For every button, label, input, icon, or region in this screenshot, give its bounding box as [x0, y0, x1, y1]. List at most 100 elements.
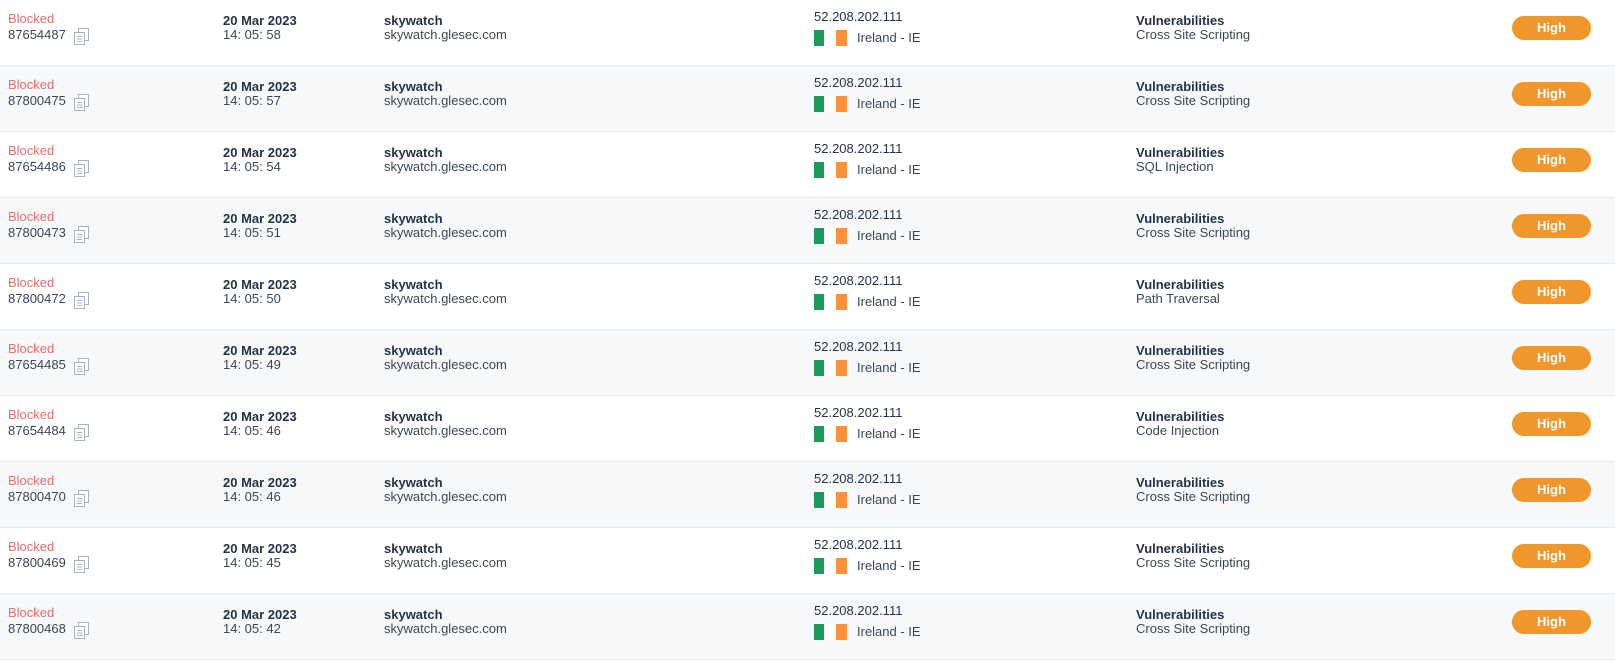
severity-badge[interactable]: High — [1512, 346, 1591, 370]
copy-icon[interactable] — [72, 26, 92, 45]
severity-badge[interactable]: High — [1512, 214, 1591, 238]
host-domain: skywatch.glesec.com — [384, 489, 507, 504]
source-ip: 52.208.202.111 — [814, 207, 903, 222]
copy-icon[interactable] — [72, 554, 92, 573]
ireland-flag-icon — [814, 492, 847, 508]
host-cell: skywatch skywatch.glesec.com — [384, 608, 507, 636]
event-time: 14: 05: 50 — [223, 291, 281, 306]
host-cell: skywatch skywatch.glesec.com — [384, 278, 507, 306]
severity-badge[interactable]: High — [1512, 280, 1591, 304]
table-row[interactable]: Blocked 87800473 20 Mar 2023 14: 05: 51 — [0, 198, 1615, 264]
status-cell: Blocked 87800470 — [8, 474, 92, 507]
severity-badge[interactable]: High — [1512, 16, 1591, 40]
threat-type: Code Injection — [1136, 423, 1220, 438]
copy-icon[interactable] — [72, 92, 92, 111]
status-label: Blocked — [8, 77, 55, 92]
event-time: 14: 05: 57 — [223, 93, 281, 108]
event-time: 14: 05: 49 — [223, 357, 281, 372]
source-ip: 52.208.202.111 — [814, 75, 903, 90]
source-cell: 52.208.202.111 Ireland - IE — [814, 538, 921, 574]
threat-type: Cross Site Scripting — [1136, 27, 1251, 42]
country-label: Ireland - IE — [857, 228, 921, 243]
events-table: Blocked 87654487 20 Mar 2023 14: 05: 58 — [0, 0, 1615, 660]
copy-icon[interactable] — [72, 422, 92, 441]
table-row[interactable]: Blocked 87654486 20 Mar 2023 14: 05: 54 — [0, 132, 1615, 198]
copy-icon[interactable] — [72, 158, 92, 177]
severity-badge[interactable]: High — [1512, 148, 1591, 172]
status-cell: Blocked 87800475 — [8, 77, 92, 111]
status-label: Blocked — [8, 143, 55, 158]
threat-cell: Vulnerabilities SQL Injection — [1136, 146, 1224, 174]
ireland-flag-icon — [814, 228, 847, 244]
copy-icon[interactable] — [72, 356, 92, 375]
host-domain: skywatch.glesec.com — [384, 93, 507, 108]
event-id-line: 87800472 — [8, 290, 92, 309]
threat-cell: Vulnerabilities Code Injection — [1136, 410, 1224, 438]
status-cell: Blocked 87800473 — [8, 210, 92, 243]
status-label: Blocked — [8, 539, 55, 554]
table-row[interactable]: Blocked 87800469 20 Mar 2023 14: 05: 45 — [0, 528, 1615, 594]
host-cell: skywatch skywatch.glesec.com — [384, 80, 507, 108]
threat-category: Vulnerabilities — [1136, 475, 1225, 490]
event-id: 87800469 — [8, 555, 66, 570]
table-row[interactable]: Blocked 87800470 20 Mar 2023 14: 05: 46 — [0, 462, 1615, 528]
source-ip: 52.208.202.111 — [814, 141, 903, 156]
datetime-cell: 20 Mar 2023 14: 05: 42 — [223, 608, 297, 636]
event-id: 87800470 — [8, 489, 66, 504]
ireland-flag-icon — [814, 162, 847, 178]
severity-badge[interactable]: High — [1512, 610, 1591, 634]
copy-icon[interactable] — [72, 620, 92, 639]
datetime-cell: 20 Mar 2023 14: 05: 57 — [223, 80, 297, 108]
copy-icon[interactable] — [72, 224, 92, 243]
threat-cell: Vulnerabilities Cross Site Scripting — [1136, 542, 1250, 570]
copy-icon[interactable] — [72, 488, 92, 507]
country-label: Ireland - IE — [857, 624, 921, 639]
severity-badge[interactable]: High — [1512, 478, 1591, 502]
host-domain: skywatch.glesec.com — [384, 291, 507, 306]
threat-category: Vulnerabilities — [1136, 409, 1225, 424]
event-id-line: 87654485 — [8, 356, 92, 375]
geo-line: Ireland - IE — [814, 558, 921, 574]
event-time: 14: 05: 58 — [223, 27, 281, 42]
table-row[interactable]: Blocked 87800472 20 Mar 2023 14: 05: 50 — [0, 264, 1615, 330]
threat-cell: Vulnerabilities Cross Site Scripting — [1136, 476, 1250, 504]
threat-category: Vulnerabilities — [1136, 343, 1225, 358]
table-row[interactable]: Blocked 87800468 20 Mar 2023 14: 05: 42 — [0, 594, 1615, 660]
host-domain: skywatch.glesec.com — [384, 27, 507, 42]
event-id: 87800472 — [8, 291, 66, 306]
event-id-line: 87654487 — [8, 26, 92, 45]
severity-badge[interactable]: High — [1512, 544, 1591, 568]
geo-line: Ireland - IE — [814, 30, 921, 46]
severity-badge[interactable]: High — [1512, 82, 1591, 106]
host-name: skywatch — [384, 409, 443, 424]
status-label: Blocked — [8, 11, 55, 26]
datetime-cell: 20 Mar 2023 14: 05: 46 — [223, 410, 297, 438]
event-time: 14: 05: 46 — [223, 423, 281, 438]
table-row[interactable]: Blocked 87654487 20 Mar 2023 14: 05: 58 — [0, 0, 1615, 66]
event-date: 20 Mar 2023 — [223, 13, 297, 28]
copy-icon[interactable] — [72, 290, 92, 309]
event-id: 87654484 — [8, 423, 66, 438]
host-cell: skywatch skywatch.glesec.com — [384, 542, 507, 570]
event-time: 14: 05: 51 — [223, 225, 281, 240]
table-row[interactable]: Blocked 87654484 20 Mar 2023 14: 05: 46 — [0, 396, 1615, 462]
source-ip: 52.208.202.111 — [814, 405, 903, 420]
host-name: skywatch — [384, 145, 443, 160]
host-domain: skywatch.glesec.com — [384, 225, 507, 240]
host-domain: skywatch.glesec.com — [384, 423, 507, 438]
severity-badge[interactable]: High — [1512, 412, 1591, 436]
host-domain: skywatch.glesec.com — [384, 555, 507, 570]
host-domain: skywatch.glesec.com — [384, 357, 507, 372]
event-id-line: 87654484 — [8, 422, 92, 441]
country-label: Ireland - IE — [857, 426, 921, 441]
source-ip: 52.208.202.111 — [814, 537, 903, 552]
source-ip: 52.208.202.111 — [814, 9, 903, 24]
status-label: Blocked — [8, 605, 55, 620]
threat-category: Vulnerabilities — [1136, 277, 1225, 292]
table-row[interactable]: Blocked 87800475 20 Mar 2023 14: 05: 57 — [0, 66, 1615, 132]
table-row[interactable]: Blocked 87654485 20 Mar 2023 14: 05: 49 — [0, 330, 1615, 396]
country-label: Ireland - IE — [857, 360, 921, 375]
ireland-flag-icon — [814, 294, 847, 310]
event-date: 20 Mar 2023 — [223, 607, 297, 622]
country-label: Ireland - IE — [857, 492, 921, 507]
